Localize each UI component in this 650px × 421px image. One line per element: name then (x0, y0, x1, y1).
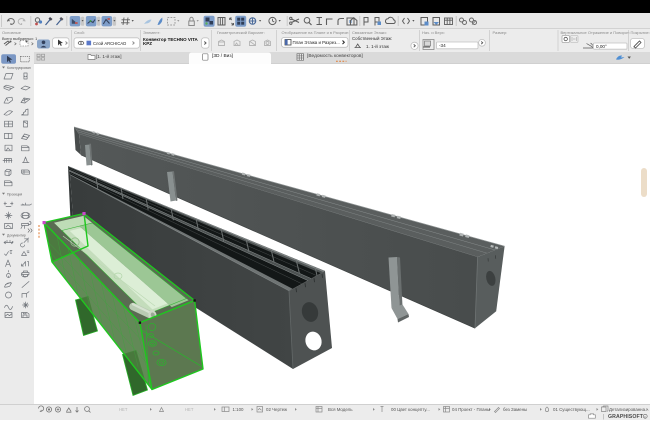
svg-text:Документир: Документир (7, 234, 26, 238)
svg-text:Конструирован: Конструирован (7, 66, 31, 70)
svg-text:Проекция: Проекция (7, 193, 22, 197)
